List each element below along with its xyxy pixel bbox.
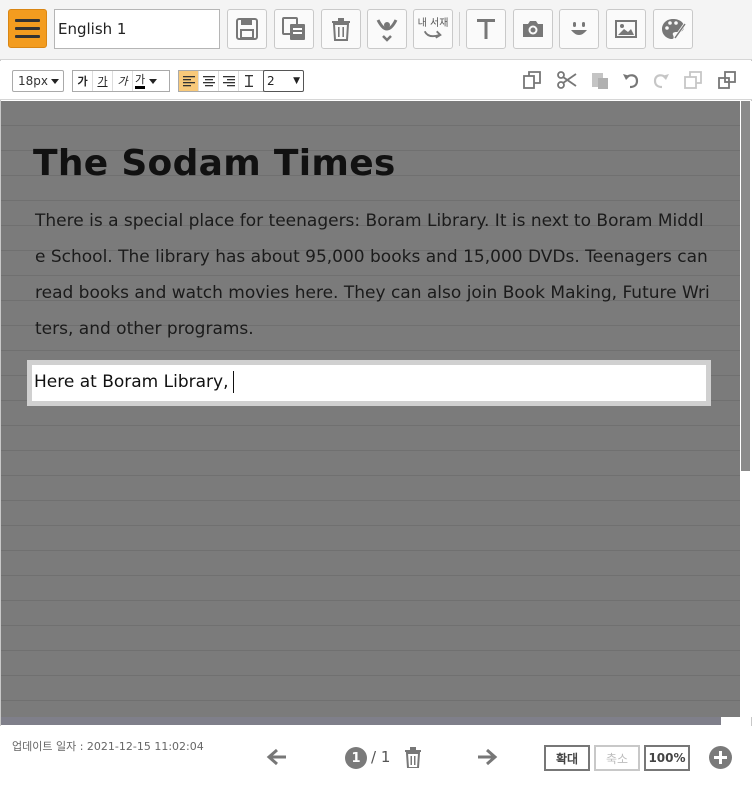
add-page-plus-icon[interactable] (709, 746, 732, 769)
cut-button[interactable] (556, 69, 578, 91)
redo-button[interactable] (650, 69, 672, 91)
emoji-icon (571, 22, 587, 35)
font-size-value: 18px (18, 74, 48, 88)
copy-pages-icon (282, 17, 305, 40)
bring-forward-icon (684, 71, 702, 89)
undo-icon (623, 74, 639, 89)
duplicate-icon (523, 71, 541, 89)
horizontal-scrollbar[interactable] (1, 717, 721, 725)
my-bookshelf-label: 내 서재 (417, 17, 449, 29)
align-right-button[interactable] (219, 71, 239, 91)
bold-button[interactable]: 가 (73, 71, 93, 91)
text-button[interactable] (466, 9, 506, 49)
send-backward-button[interactable] (716, 69, 738, 91)
align-right-icon (222, 76, 235, 87)
underline-button[interactable]: 가 (93, 71, 113, 91)
italic-button[interactable]: 가 (113, 71, 133, 91)
editing-text: Here at Boram Library, (34, 372, 229, 392)
current-page-badge[interactable]: 1 (345, 747, 367, 769)
zoom-in-button[interactable]: 확대 (544, 745, 590, 771)
send-backward-icon (718, 71, 736, 89)
curved-arrow-icon (423, 30, 442, 39)
document-title-input[interactable] (54, 9, 220, 49)
paste-button[interactable] (589, 69, 611, 91)
line-spacing-value: 2 (267, 74, 275, 88)
delete-page-trash-icon[interactable] (403, 747, 423, 768)
italic-label: 가 (117, 75, 128, 88)
menu-icon-bar (15, 35, 40, 38)
bold-label: 가 (77, 75, 88, 88)
next-page-arrow-icon[interactable] (476, 746, 498, 768)
camera-icon (523, 21, 543, 37)
menu-icon-bar (15, 19, 40, 22)
top-toolbar: 내 서재 (0, 0, 752, 60)
align-left-button[interactable] (179, 71, 199, 91)
line-spacing-select[interactable]: 2 ▼ (263, 70, 304, 92)
copy-pages-button[interactable] (274, 9, 314, 49)
palette-icon (662, 19, 686, 39)
align-center-button[interactable] (199, 71, 219, 91)
text-color-button[interactable]: 가 (133, 71, 169, 91)
align-group (178, 70, 264, 92)
total-pages: / 1 (371, 748, 391, 766)
text-icon (477, 19, 495, 39)
image-button[interactable] (606, 9, 646, 49)
editor-canvas[interactable] (1, 101, 740, 717)
line-height-icon (245, 75, 253, 87)
menu-icon-bar (15, 27, 40, 30)
paste-icon (592, 73, 608, 89)
chevron-down-icon: ▼ (293, 76, 300, 86)
delete-button[interactable] (321, 9, 361, 49)
text-cursor (232, 371, 234, 393)
my-bookshelf-button[interactable]: 내 서재 (413, 9, 453, 49)
my-bookshelf-icon: 내 서재 (417, 17, 449, 41)
chevron-down-icon (149, 78, 158, 84)
align-left-icon (182, 76, 195, 87)
underline-label: 가 (97, 75, 108, 88)
line-height-button[interactable] (239, 71, 259, 91)
text-color-label: 가 (135, 73, 146, 89)
document-body-text[interactable]: There is a special place for teenagers: … (35, 203, 711, 347)
bring-forward-button[interactable] (682, 69, 704, 91)
zoom-out-button[interactable]: 축소 (594, 745, 640, 771)
text-style-group: 가 가 가 가 (72, 70, 170, 92)
chevron-down-icon (51, 79, 59, 84)
hamburger-menu-button[interactable] (8, 9, 47, 48)
redo-icon (653, 74, 669, 89)
image-icon (615, 20, 637, 38)
save-button[interactable] (227, 9, 267, 49)
align-center-icon (202, 76, 215, 87)
save-icon (236, 18, 258, 40)
font-size-select[interactable]: 18px (12, 70, 64, 92)
submit-button[interactable] (367, 9, 407, 49)
updated-timestamp: 업데이트 일자 : 2021-12-15 11:02:04 (12, 740, 204, 753)
scrollbar-thumb[interactable] (741, 101, 750, 471)
active-text-box[interactable]: Here at Boram Library, (27, 360, 711, 406)
document-title[interactable]: The Sodam Times (33, 143, 396, 184)
trash-icon (332, 18, 350, 41)
scissors-icon (557, 71, 577, 89)
duplicate-button[interactable] (521, 69, 543, 91)
submit-icon (376, 19, 398, 42)
toolbar-divider (459, 12, 460, 46)
previous-page-arrow-icon[interactable] (266, 746, 288, 768)
emoji-button[interactable] (559, 9, 599, 49)
camera-button[interactable] (513, 9, 553, 49)
undo-button[interactable] (620, 69, 642, 91)
zoom-level[interactable]: 100% (644, 745, 690, 771)
palette-button[interactable] (653, 9, 693, 49)
